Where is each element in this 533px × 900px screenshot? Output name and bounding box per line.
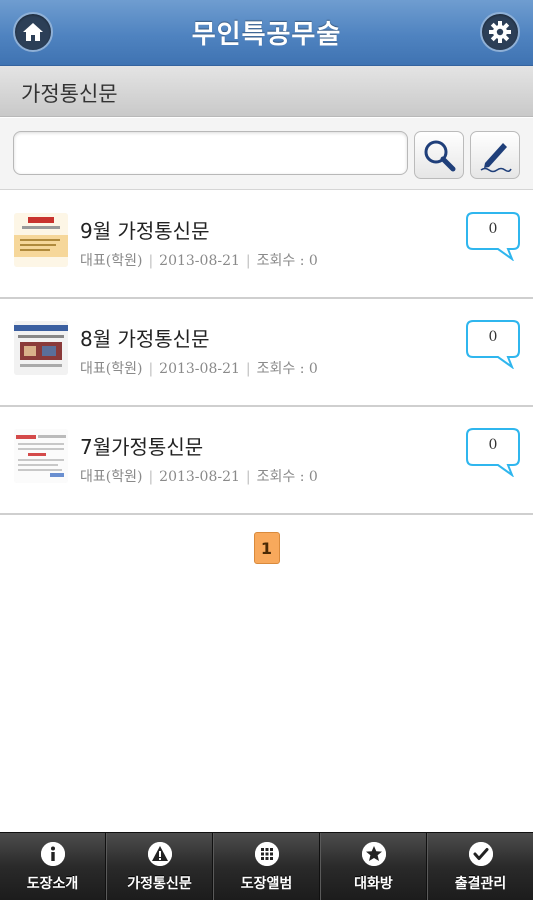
search-button[interactable]: [414, 131, 464, 179]
pen-icon: [480, 143, 512, 173]
write-button[interactable]: [470, 131, 520, 179]
post-date: 2013-08-21: [159, 253, 240, 269]
tab-dojang-intro[interactable]: 도장소개: [0, 833, 106, 900]
post-title: 7월가정통신문: [80, 435, 204, 459]
list-item[interactable]: 7월가정통신문 대표(학원) | 2013-08-21 | 조회수 : 0 0: [0, 407, 533, 515]
search-bar: [0, 118, 533, 190]
post-thumbnail: [14, 213, 68, 267]
star-icon: [361, 842, 386, 866]
tab-album[interactable]: 도장앨범: [213, 833, 320, 900]
tab-label: 가정통신문: [127, 876, 192, 892]
check-icon: [468, 842, 493, 866]
post-title: 8월 가정통신문: [80, 327, 210, 351]
comment-count-bubble[interactable]: 0: [466, 319, 520, 369]
settings-button[interactable]: [480, 12, 520, 52]
post-views: 조회수 : 0: [256, 469, 318, 485]
post-meta: 대표(학원) | 2013-08-21 | 조회수 : 0: [80, 253, 318, 269]
search-input[interactable]: [13, 131, 408, 175]
post-meta: 대표(학원) | 2013-08-21 | 조회수 : 0: [80, 469, 318, 485]
tab-newsletter[interactable]: 가정통신문: [106, 833, 213, 900]
comment-count: 0: [488, 437, 498, 453]
tab-label: 출결관리: [454, 876, 507, 892]
section-header: 가정통신문: [0, 66, 533, 117]
post-meta: 대표(학원) | 2013-08-21 | 조회수 : 0: [80, 361, 318, 377]
app-title: 무인특공무술: [191, 20, 342, 50]
post-date: 2013-08-21: [159, 361, 240, 377]
app-header: 무인특공무술: [0, 0, 533, 66]
search-icon: [424, 140, 456, 172]
list-item[interactable]: 9월 가정통신문 대표(학원) | 2013-08-21 | 조회수 : 0 0: [0, 191, 533, 299]
tab-label: 도장앨범: [240, 876, 293, 892]
post-thumbnail: [14, 321, 68, 375]
page-button-current[interactable]: 1: [253, 532, 280, 564]
grid-icon: [254, 842, 279, 866]
comment-count-bubble[interactable]: 0: [466, 427, 520, 477]
gear-icon: [489, 21, 511, 43]
post-views: 조회수 : 0: [256, 253, 318, 269]
post-list: 9월 가정통신문 대표(학원) | 2013-08-21 | 조회수 : 0 0 8월 …: [0, 191, 533, 515]
pagination: 1: [0, 532, 533, 564]
post-title: 9월 가정통신문: [80, 219, 210, 243]
comment-count: 0: [488, 221, 498, 237]
post-author: 대표(학원): [80, 469, 143, 485]
post-author: 대표(학원): [80, 253, 143, 269]
comment-count-bubble[interactable]: 0: [466, 211, 520, 261]
post-author: 대표(학원): [80, 361, 143, 377]
post-views: 조회수 : 0: [256, 361, 318, 377]
info-icon: [40, 842, 65, 866]
section-title: 가정통신문: [21, 82, 118, 106]
tab-attendance[interactable]: 출결관리: [427, 833, 533, 900]
tab-label: 대화방: [354, 876, 393, 892]
tab-label: 도장소개: [26, 876, 79, 892]
post-date: 2013-08-21: [159, 469, 240, 485]
warning-icon: [147, 842, 172, 866]
post-thumbnail: [14, 429, 68, 483]
comment-count: 0: [488, 329, 498, 345]
bottom-tab-bar: 도장소개 가정통신문 도장앨범 대화방 출결관리: [0, 832, 533, 900]
list-item[interactable]: 8월 가정통신문 대표(학원) | 2013-08-21 | 조회수 : 0 0: [0, 299, 533, 407]
tab-chat[interactable]: 대화방: [320, 833, 427, 900]
